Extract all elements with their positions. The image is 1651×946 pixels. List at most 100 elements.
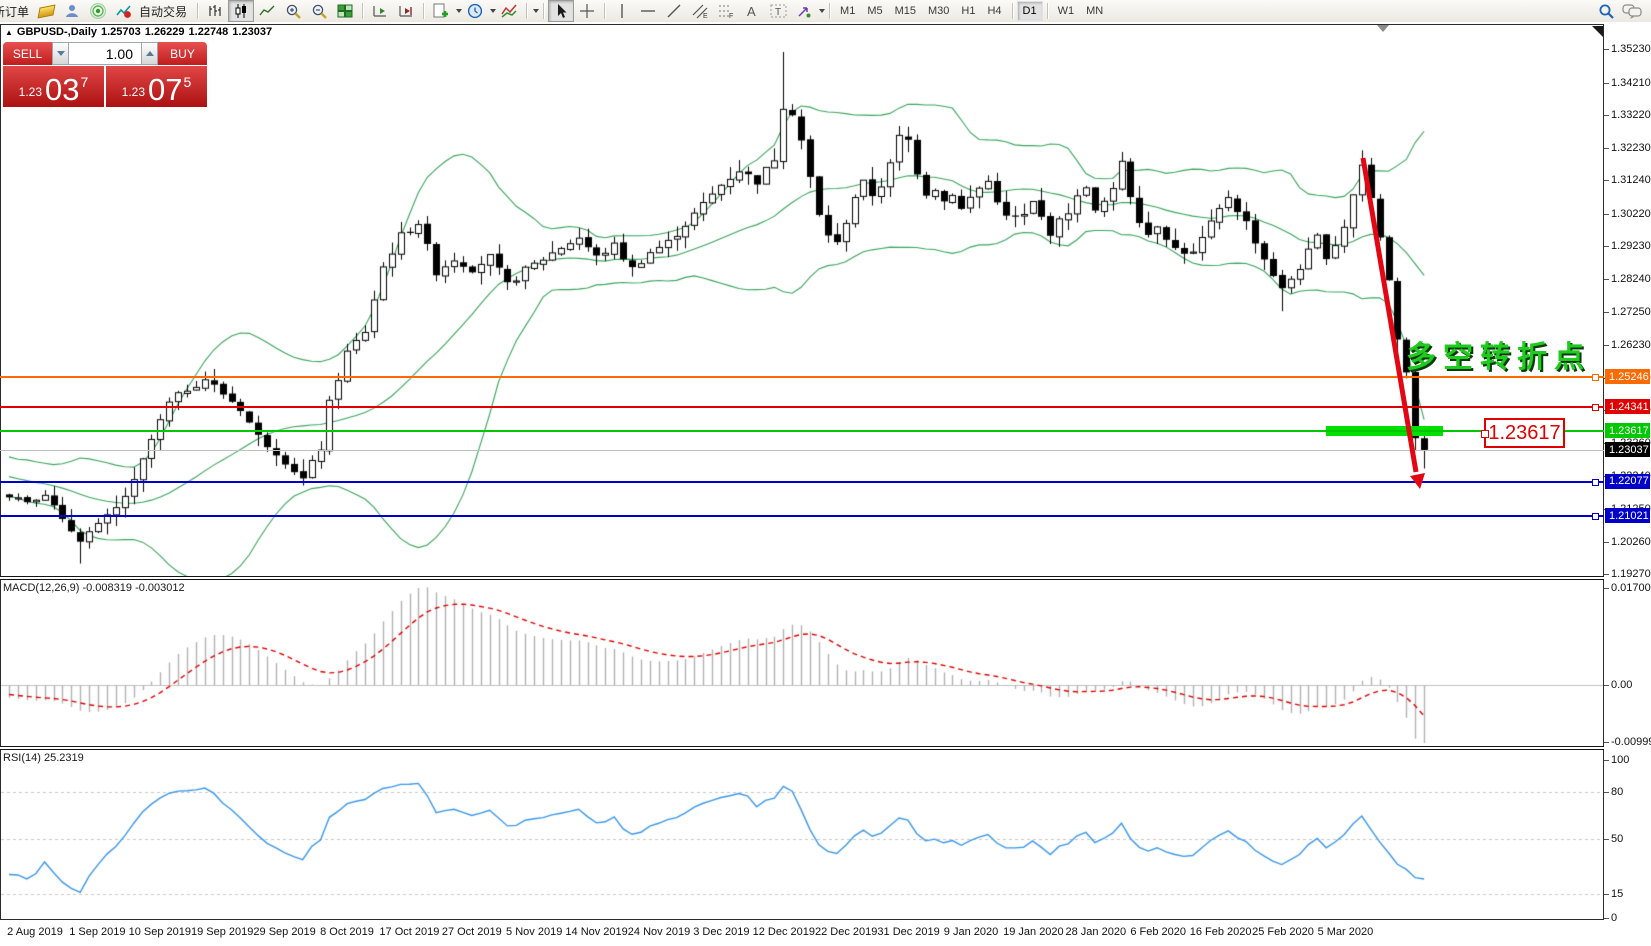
line-anchor-marker[interactable]: [1592, 479, 1599, 486]
community-profile-icon[interactable]: [59, 0, 85, 22]
time-axis-label: 6 Feb 2020: [1130, 926, 1186, 938]
new-order-button[interactable]: 新订单: [0, 3, 29, 20]
price-chart-canvas[interactable]: [1, 25, 1603, 576]
timeframe-m1[interactable]: M1: [834, 1, 861, 21]
line-anchor-marker[interactable]: [1592, 404, 1599, 411]
buy-price-big: 07: [148, 76, 182, 103]
price-tick-mark: [1604, 312, 1609, 313]
line-anchor-marker[interactable]: [1592, 513, 1599, 520]
time-axis-label: 27 Oct 2019: [442, 926, 502, 938]
toolbar-separator: [1047, 3, 1048, 19]
toolbar-separator: [423, 3, 424, 19]
timeframe-m5[interactable]: M5: [861, 1, 888, 21]
sell-price-big: 03: [45, 76, 79, 103]
horizontal-level-line[interactable]: [0, 430, 1604, 432]
price-tick-label: 1.31240: [1611, 174, 1651, 186]
new-chart-icon[interactable]: [428, 0, 454, 22]
vertical-line-tool-icon[interactable]: [609, 0, 635, 22]
volume-decrease-button[interactable]: [52, 42, 69, 65]
timeframe-m30[interactable]: M30: [922, 1, 955, 21]
timeframe-m15[interactable]: M15: [889, 1, 922, 21]
price-tick-mark: [1604, 214, 1609, 215]
indicators-caret-icon[interactable]: [533, 9, 539, 13]
rsi-tick-mark: [1604, 792, 1609, 793]
price-callout-box[interactable]: 1.23617: [1484, 418, 1565, 448]
timeframe-w1[interactable]: W1: [1052, 1, 1081, 21]
toolbar-separator: [1012, 3, 1013, 19]
macd-tick-mark: [1604, 685, 1609, 686]
rsi-canvas[interactable]: [1, 750, 1603, 920]
horizontal-level-line[interactable]: [0, 481, 1604, 483]
volume-input[interactable]: 1.00: [69, 42, 141, 65]
price-tick-label: 1.33220: [1611, 109, 1651, 121]
macd-scale-label: 0.00: [1611, 679, 1632, 691]
price-tick-label: 1.28240: [1611, 273, 1651, 285]
macd-tick-mark: [1604, 742, 1609, 743]
timeframe-mn[interactable]: MN: [1080, 1, 1109, 21]
rsi-panel-divider[interactable]: [0, 746, 1604, 750]
price-tick-mark: [1604, 83, 1609, 84]
toolbar-separator: [604, 3, 605, 19]
chart-shift-marker-icon[interactable]: [1377, 25, 1389, 32]
arrows-caret-icon[interactable]: [819, 9, 825, 13]
indicators-icon[interactable]: [496, 0, 522, 22]
line-anchor-marker[interactable]: [1592, 374, 1599, 381]
time-axis-label: 5 Nov 2019: [506, 926, 562, 938]
tile-windows-icon[interactable]: [332, 0, 358, 22]
trendline-tool-icon[interactable]: [661, 0, 687, 22]
price-tick-label: 1.32230: [1611, 142, 1651, 154]
buy-price-box[interactable]: 1.23075: [106, 66, 207, 107]
svg-text:E: E: [703, 13, 708, 19]
zoom-in-icon[interactable]: [280, 0, 306, 22]
svg-text:A: A: [747, 4, 756, 19]
arrows-tool-icon[interactable]: [791, 0, 817, 22]
rsi-tick-mark: [1604, 839, 1609, 840]
auto-trading-button[interactable]: 自动交易: [139, 3, 187, 20]
turning-point-annotation[interactable]: 多空转折点: [1406, 332, 1591, 376]
chart-shift-icon[interactable]: [393, 0, 419, 22]
price-tick-mark: [1604, 542, 1609, 543]
search-icon[interactable]: [1593, 0, 1619, 22]
tag-icon[interactable]: [33, 0, 59, 22]
price-tick-mark: [1604, 180, 1609, 181]
sell-price-sup: 7: [81, 74, 89, 90]
crosshair-icon[interactable]: [574, 0, 600, 22]
bar-chart-mode-icon[interactable]: [202, 0, 228, 22]
sell-price-box[interactable]: 1.23037: [3, 66, 104, 107]
price-tick-label: 1.27250: [1611, 306, 1651, 318]
horizontal-line-tool-icon[interactable]: [635, 0, 661, 22]
horizontal-level-line[interactable]: [0, 406, 1604, 408]
cursor-icon[interactable]: [548, 0, 574, 22]
fibonacci-tool-icon[interactable]: F: [713, 0, 739, 22]
text-label-tool-icon[interactable]: T: [765, 0, 791, 22]
auto-trading-icon[interactable]: [111, 0, 137, 22]
text-tool-icon[interactable]: A: [739, 0, 765, 22]
time-axis-label: 9 Jan 2020: [944, 926, 998, 938]
time-axis-label: 10 Sep 2019: [129, 926, 191, 938]
zoom-out-icon[interactable]: [306, 0, 332, 22]
auto-scroll-icon[interactable]: [367, 0, 393, 22]
ohlc-close: 1.23037: [232, 26, 272, 38]
buy-button[interactable]: BUY: [158, 42, 207, 65]
macd-canvas[interactable]: [1, 580, 1603, 746]
timeframe-h1[interactable]: H1: [955, 1, 981, 21]
time-axis-label: 16 Feb 2020: [1190, 926, 1252, 938]
signal-icon[interactable]: [85, 0, 111, 22]
price-tick-mark: [1604, 246, 1609, 247]
horizontal-level-line[interactable]: [0, 376, 1604, 378]
candlestick-mode-icon[interactable]: [228, 0, 254, 22]
horizontal-level-line[interactable]: [0, 515, 1604, 517]
sell-button[interactable]: SELL: [3, 42, 52, 65]
channel-tool-icon[interactable]: E: [687, 0, 713, 22]
timeframe-d1[interactable]: D1: [1017, 1, 1043, 21]
rsi-label: RSI(14) 25.2319: [3, 752, 84, 764]
line-chart-mode-icon[interactable]: [254, 0, 280, 22]
chat-icon[interactable]: [1619, 0, 1645, 22]
volume-increase-button[interactable]: [141, 42, 158, 65]
timeframe-h4[interactable]: H4: [981, 1, 1007, 21]
profiles-clock-icon[interactable]: [462, 0, 488, 22]
macd-panel-divider[interactable]: [0, 576, 1604, 580]
chart-title: ▲ GBPUSD-,Daily 1.25703 1.26229 1.22748 …: [5, 26, 272, 38]
time-axis[interactable]: 2 Aug 20191 Sep 201910 Sep 201919 Sep 20…: [0, 920, 1604, 946]
rsi-tick-mark: [1604, 760, 1609, 761]
